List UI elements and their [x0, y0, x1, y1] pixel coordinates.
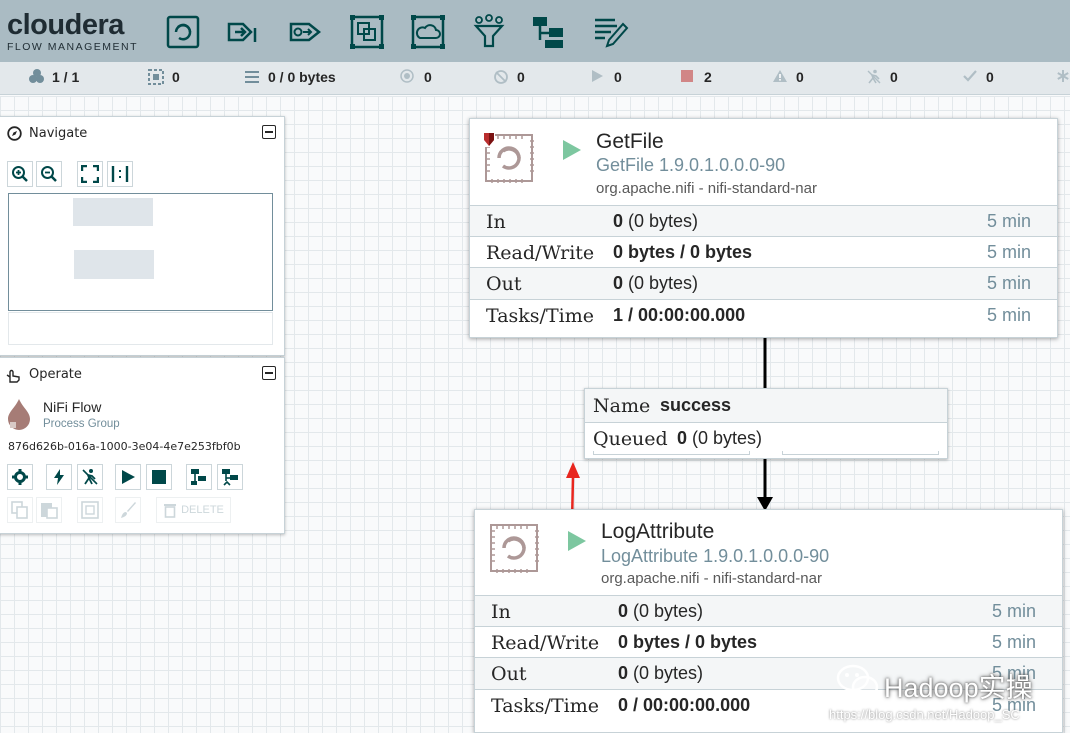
connection-queued-row: Queued 0 (0 bytes) [585, 422, 947, 458]
stat-label: Read/Write [486, 242, 595, 264]
processor-name: GetFile [596, 130, 664, 153]
stat-value: 1 / 00:00:00.000 [613, 305, 746, 325]
stat-value: 0 bytes / 0 bytes [613, 242, 753, 262]
stat-window: 5 min [986, 211, 1031, 231]
stat-row-out: Out 0 (0 bytes) 5 min [470, 267, 1057, 299]
stat-value: 0 (0 bytes) [618, 601, 704, 621]
stat-value: 0 / 00:00:00.000 [618, 695, 751, 715]
processor-type: LogAttribute 1.9.0.1.0.0.0-90 [601, 546, 830, 566]
stat-label: Read/Write [491, 632, 600, 654]
stat-window: 5 min [986, 305, 1031, 325]
connection-name-label: Name [593, 395, 651, 417]
watermark-text: Hadoop实操 [884, 673, 1033, 703]
stat-window: 5 min [991, 632, 1036, 652]
processor-getfile[interactable]: GetFile GetFile 1.9.0.1.0.0.0-90 org.apa… [469, 118, 1058, 338]
stat-label: Out [491, 663, 527, 685]
stopped-state-play-icon[interactable] [567, 530, 587, 557]
backpressure-count-bar [593, 451, 750, 455]
stat-value: 0 (0 bytes) [613, 273, 699, 293]
connection-label[interactable]: Name success Queued 0 (0 bytes) [584, 388, 948, 459]
stat-label: In [486, 211, 506, 233]
stat-label: Tasks/Time [491, 695, 599, 717]
processor-type-icon [488, 522, 542, 581]
processor-bundle: org.apache.nifi - nifi-standard-nar [601, 570, 822, 587]
stat-row-read-write: Read/Write 0 bytes / 0 bytes 5 min [475, 626, 1062, 657]
stat-label: Out [486, 273, 522, 295]
connection-queued-value: 0 (0 bytes) [677, 428, 763, 448]
connection-name-value: success [660, 395, 732, 415]
processor-bundle: org.apache.nifi - nifi-standard-nar [596, 180, 817, 197]
processor-name: LogAttribute [601, 520, 715, 543]
annotation-arrowhead [566, 462, 580, 478]
stat-row-in: In 0 (0 bytes) 5 min [475, 595, 1062, 626]
backpressure-size-bar [782, 451, 939, 455]
stat-value: 0 (0 bytes) [618, 663, 704, 683]
stat-value: 0 bytes / 0 bytes [618, 632, 758, 652]
stat-row-in: In 0 (0 bytes) 5 min [470, 205, 1057, 236]
processor-type: GetFile 1.9.0.1.0.0.0-90 [596, 155, 786, 175]
processor-type-icon [483, 132, 537, 191]
stopped-state-play-icon[interactable] [562, 139, 582, 166]
connection-name-row: Name success [585, 389, 947, 422]
stat-window: 5 min [986, 273, 1031, 293]
stat-window: 5 min [986, 242, 1031, 262]
stat-value: 0 (0 bytes) [613, 211, 699, 231]
stat-label: Tasks/Time [486, 305, 594, 327]
wechat-icon [836, 664, 880, 705]
stat-row-read-write: Read/Write 0 bytes / 0 bytes 5 min [470, 236, 1057, 267]
stat-row-tasks-time: Tasks/Time 1 / 00:00:00.000 5 min [470, 299, 1057, 335]
stat-label: In [491, 601, 511, 623]
connection-queued-label: Queued [593, 428, 668, 450]
watermark-url: https://blog.csdn.net/Hadoop_SC [829, 707, 1020, 722]
stat-window: 5 min [991, 601, 1036, 621]
